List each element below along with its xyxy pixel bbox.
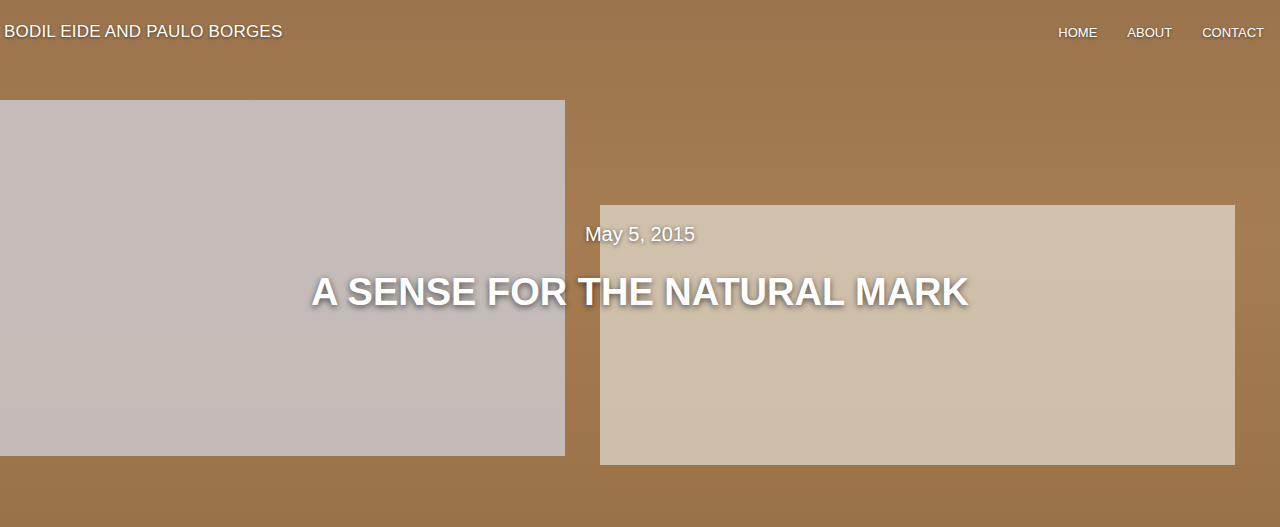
hero-photo	[0, 0, 1280, 527]
nav-link[interactable]: HOME	[1058, 25, 1097, 40]
main-nav: HOME ABOUT CONTACT	[1058, 25, 1264, 40]
site-title[interactable]: BODIL EIDE AND PAULO BORGES	[4, 22, 282, 42]
post-date: May 5, 2015	[585, 222, 695, 246]
post-title: A SENSE FOR THE NATURAL MARK	[311, 268, 969, 316]
nav-link[interactable]: CONTACT	[1202, 25, 1264, 40]
printing-press	[600, 205, 1235, 465]
hero-banner: BODIL EIDE AND PAULO BORGES HOME ABOUT CON…	[0, 0, 1280, 527]
post-heading: May 5, 2015 A SENSE FOR THE NATURAL MARK	[0, 42, 1280, 316]
site-header: BODIL EIDE AND PAULO BORGES HOME ABOUT CON…	[0, 0, 1280, 42]
nav-link[interactable]: ABOUT	[1127, 25, 1172, 40]
